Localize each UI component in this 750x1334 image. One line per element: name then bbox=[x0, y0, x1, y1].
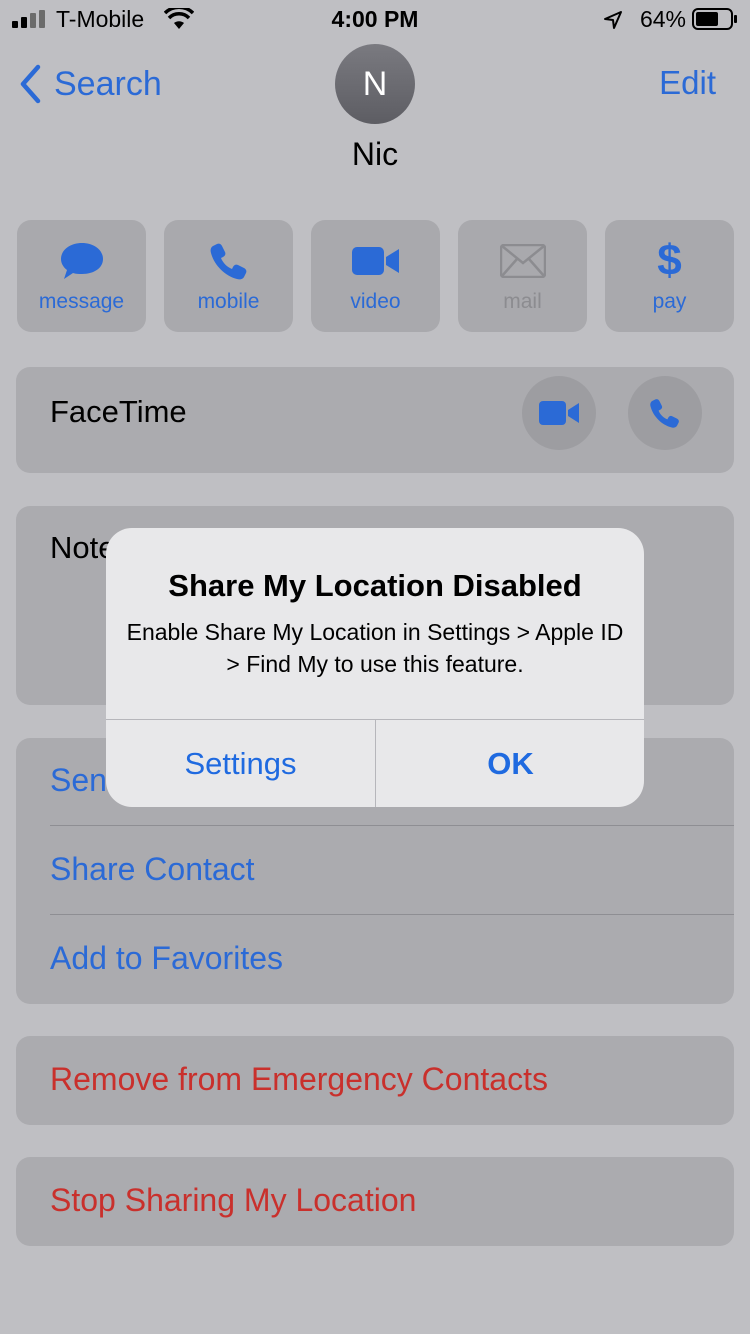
alert-ok-button[interactable]: OK bbox=[376, 720, 644, 807]
message-label: message bbox=[38, 290, 125, 313]
add-to-favorites-row[interactable]: Add to Favorites bbox=[50, 940, 283, 977]
video-label: video bbox=[350, 290, 401, 313]
alert-message: Enable Share My Location in Settings > A… bbox=[126, 619, 624, 677]
mobile-label: mobile bbox=[197, 290, 260, 313]
remove-emergency-contact-row[interactable]: Remove from Emergency Contacts bbox=[50, 1061, 548, 1098]
alert-dialog: Share My Location Disabled Enable Share … bbox=[106, 528, 644, 807]
chevron-left-icon bbox=[20, 64, 41, 104]
back-button[interactable]: Search bbox=[18, 60, 162, 108]
clock: 4:00 PM bbox=[331, 6, 419, 32]
alert-title: Share My Location Disabled bbox=[168, 568, 582, 603]
share-contact-row[interactable]: Share Contact bbox=[50, 851, 255, 888]
mobile-action-button[interactable]: mobile bbox=[164, 220, 293, 332]
pay-label: pay bbox=[652, 290, 687, 313]
facetime-label: FaceTime bbox=[50, 394, 187, 429]
alert-settings-button[interactable]: Settings bbox=[106, 720, 375, 807]
phone-icon bbox=[650, 399, 679, 428]
message-action-button[interactable]: message bbox=[17, 220, 146, 332]
video-action-button[interactable]: video bbox=[311, 220, 440, 332]
mail-label: mail bbox=[503, 290, 542, 313]
battery-percent: 64% bbox=[639, 6, 686, 32]
stop-sharing-location-row[interactable]: Stop Sharing My Location bbox=[50, 1182, 416, 1219]
divider bbox=[50, 825, 734, 826]
status-bar: T-Mobile 4:00 PM 64% bbox=[0, 0, 750, 40]
send-message-row[interactable]: Sen bbox=[50, 762, 107, 799]
facetime-audio-button[interactable] bbox=[628, 376, 702, 450]
mail-action-button[interactable]: mail bbox=[458, 220, 587, 332]
contact-name: Nic bbox=[351, 136, 399, 172]
message-bubble-icon bbox=[59, 240, 105, 282]
back-label: Search bbox=[54, 64, 162, 103]
battery-icon bbox=[692, 8, 737, 30]
location-arrow-icon bbox=[604, 11, 622, 29]
phone-icon bbox=[209, 240, 249, 282]
edit-button[interactable]: Edit bbox=[659, 64, 716, 102]
avatar: N bbox=[335, 44, 415, 124]
envelope-icon bbox=[499, 240, 546, 282]
video-camera-icon bbox=[539, 401, 579, 425]
pay-action-button[interactable]: $ pay bbox=[605, 220, 734, 332]
video-camera-icon bbox=[351, 240, 401, 282]
facetime-video-button[interactable] bbox=[522, 376, 596, 450]
divider bbox=[50, 914, 734, 915]
dollar-icon: $ bbox=[657, 236, 682, 285]
